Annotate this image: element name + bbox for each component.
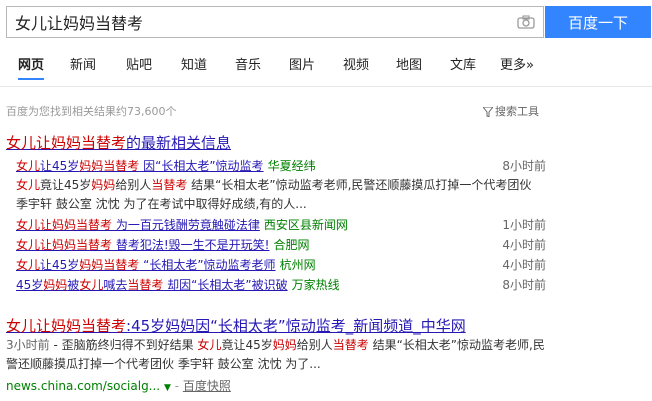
news-source: 西安区县新闻网 [263,218,348,232]
result-time: 3小时前 [6,338,50,352]
news-row-link-text: 替考犯法!毁一生不是开玩笑! [112,238,270,252]
news-row-link-text: 被 [67,278,80,292]
result-title-highlight: 女儿让妈妈当替考 [6,317,127,335]
tab-3[interactable]: 贴吧 [126,56,152,80]
snapshot-link[interactable]: 百度快照 [183,379,231,393]
news-row-link-text: 因“长相太老”惊动监考 [139,159,264,173]
search-button[interactable]: 百度一下 [545,6,651,38]
news-block-title[interactable]: 女儿让妈妈当替考的最新相关信息 [6,132,231,153]
filter-icon [481,106,495,118]
news-row: 女儿让妈妈当替考 为一百元钱酬劳竟触碰法律 西安区县新闻网 1小时前 [16,216,546,236]
news-row-link-text: 却因“长相太老”被识破 [163,278,288,292]
news-time: 4小时前 [502,258,546,272]
news-snippet: 女儿竟让45岁妈妈给别人当替考 结果“长相太老”惊动监考老师,民警还顺藤摸瓜打掉… [16,176,546,214]
news-row-link-highlight: 女儿 [79,278,104,292]
result-snippet-highlight: 当替考 [332,338,369,352]
news-snippet-highlight: 妈妈 [91,178,116,192]
news-row: 45岁妈妈被女儿喊去当替考 却因“长相太老”被识破 万家热线 8小时前 [16,276,546,296]
news-row-link-text: 让45岁 [40,159,80,173]
tab-6[interactable]: 图片 [289,56,315,80]
news-snippet-highlight: 当替考 [151,178,188,192]
news-row: 女儿让45岁妈妈当替考 “长相太老”惊动监考老师 杭州网 4小时前 [16,256,546,276]
news-row-link-highlight: 妈妈当替考 [79,159,140,173]
news-row-link[interactable]: 女儿让45岁妈妈当替考 因“长相太老”惊动监考 [16,159,264,173]
nav-tabs: 网页 新闻 贴吧 知道 音乐 图片 视频 地图 文库 更多» [0,56,652,86]
news-row-link[interactable]: 女儿让妈妈当替考 为一百元钱酬劳竟触碰法律 [16,218,260,232]
tab-4[interactable]: 知道 [181,56,207,80]
news-row-link-text: “长相太老”惊动监考老师 [139,258,276,272]
camera-icon[interactable] [517,15,535,29]
result-snippet-highlight: 妈妈 [272,338,297,352]
result-snippet-text: 竟让45岁 [221,338,273,352]
result-snippet-text: - 歪脑筋终归得不到好结果 [49,338,198,352]
news-row-link-highlight: 妈妈 [43,278,68,292]
news-row-link-text: 为一百元钱酬劳竟触碰法律 [112,218,260,232]
news-snippet-highlight: 女儿 [16,178,41,192]
news-row-link-highlight: 女儿让妈妈当替考 [16,218,113,232]
tab-5[interactable]: 音乐 [235,56,261,80]
news-source: 杭州网 [279,258,316,272]
result-title-text: :45岁妈妈因“长相太老”惊动监考_新闻频道_中华网 [126,317,466,335]
dropdown-arrow-icon[interactable]: ▼ [164,383,171,393]
news-row-link-highlight: 当替考 [127,278,164,292]
tab-7[interactable]: 视频 [343,56,369,80]
news-time: 1小时前 [502,218,546,232]
news-time: 4小时前 [502,238,546,252]
search-input[interactable] [15,7,505,37]
news-row-link-highlight: 妈妈当替考 [79,258,140,272]
news-row-link-highlight: 女儿 [16,258,41,272]
tab-2[interactable]: 新闻 [70,56,96,80]
search-header: 百度一下 [0,0,652,44]
search-tools-button[interactable]: 搜索工具 [481,103,539,119]
news-source: 合肥网 [273,238,310,252]
result-snippet-highlight: 女儿 [197,338,222,352]
news-row-link-text: 45岁 [16,278,44,292]
tab-divider [0,86,652,87]
news-source: 万家热线 [291,278,340,292]
news-row-link[interactable]: 45岁妈妈被女儿喊去当替考 却因“长相太老”被识破 [16,278,288,292]
result-title[interactable]: 女儿让妈妈当替考:45岁妈妈因“长相太老”惊动监考_新闻频道_中华网 [6,315,466,336]
news-row-link-highlight: 女儿 [16,159,41,173]
result-count: 百度为您找到相关结果约73,600个 [6,105,177,118]
result-url-line: news.china.com/socialg... ▼ - 百度快照 [6,379,231,393]
tab-1[interactable]: 网页 [18,56,45,80]
news-row-link-text: 让45岁 [40,258,80,272]
search-box[interactable] [6,6,544,38]
news-block-title-highlight: 女儿让妈妈当替考 [6,134,127,152]
news-row: 女儿让45岁妈妈当替考 因“长相太老”惊动监考 华夏经纬 8小时前 [16,157,546,177]
news-row: 女儿让妈妈当替考 替考犯法!毁一生不是开玩笑! 合肥网 4小时前 [16,236,546,256]
tab-10[interactable]: 更多» [500,56,534,80]
news-snippet-text: 竟让45岁 [40,178,92,192]
news-snippet-text: 给别人 [115,178,152,192]
news-time: 8小时前 [502,278,546,292]
tab-9[interactable]: 文库 [450,56,476,80]
result-snippet: 3小时前 - 歪脑筋终归得不到好结果 女儿竟让45岁妈妈给别人当替考 结果“长相… [6,336,546,374]
result-url[interactable]: news.china.com/socialg... [6,379,160,393]
tab-8[interactable]: 地图 [396,56,422,80]
result-snippet-text: 给别人 [296,338,333,352]
news-time: 8小时前 [502,159,546,173]
news-row-link[interactable]: 女儿让妈妈当替考 替考犯法!毁一生不是开玩笑! [16,238,269,252]
news-row-link[interactable]: 女儿让45岁妈妈当替考 “长相太老”惊动监考老师 [16,258,276,272]
news-source: 华夏经纬 [267,159,316,173]
news-row-link-text: 喊去 [103,278,128,292]
news-block-title-rest: 的最新相关信息 [126,134,232,152]
search-tools-label: 搜索工具 [495,105,539,118]
news-row-link-highlight: 女儿让妈妈当替考 [16,238,113,252]
